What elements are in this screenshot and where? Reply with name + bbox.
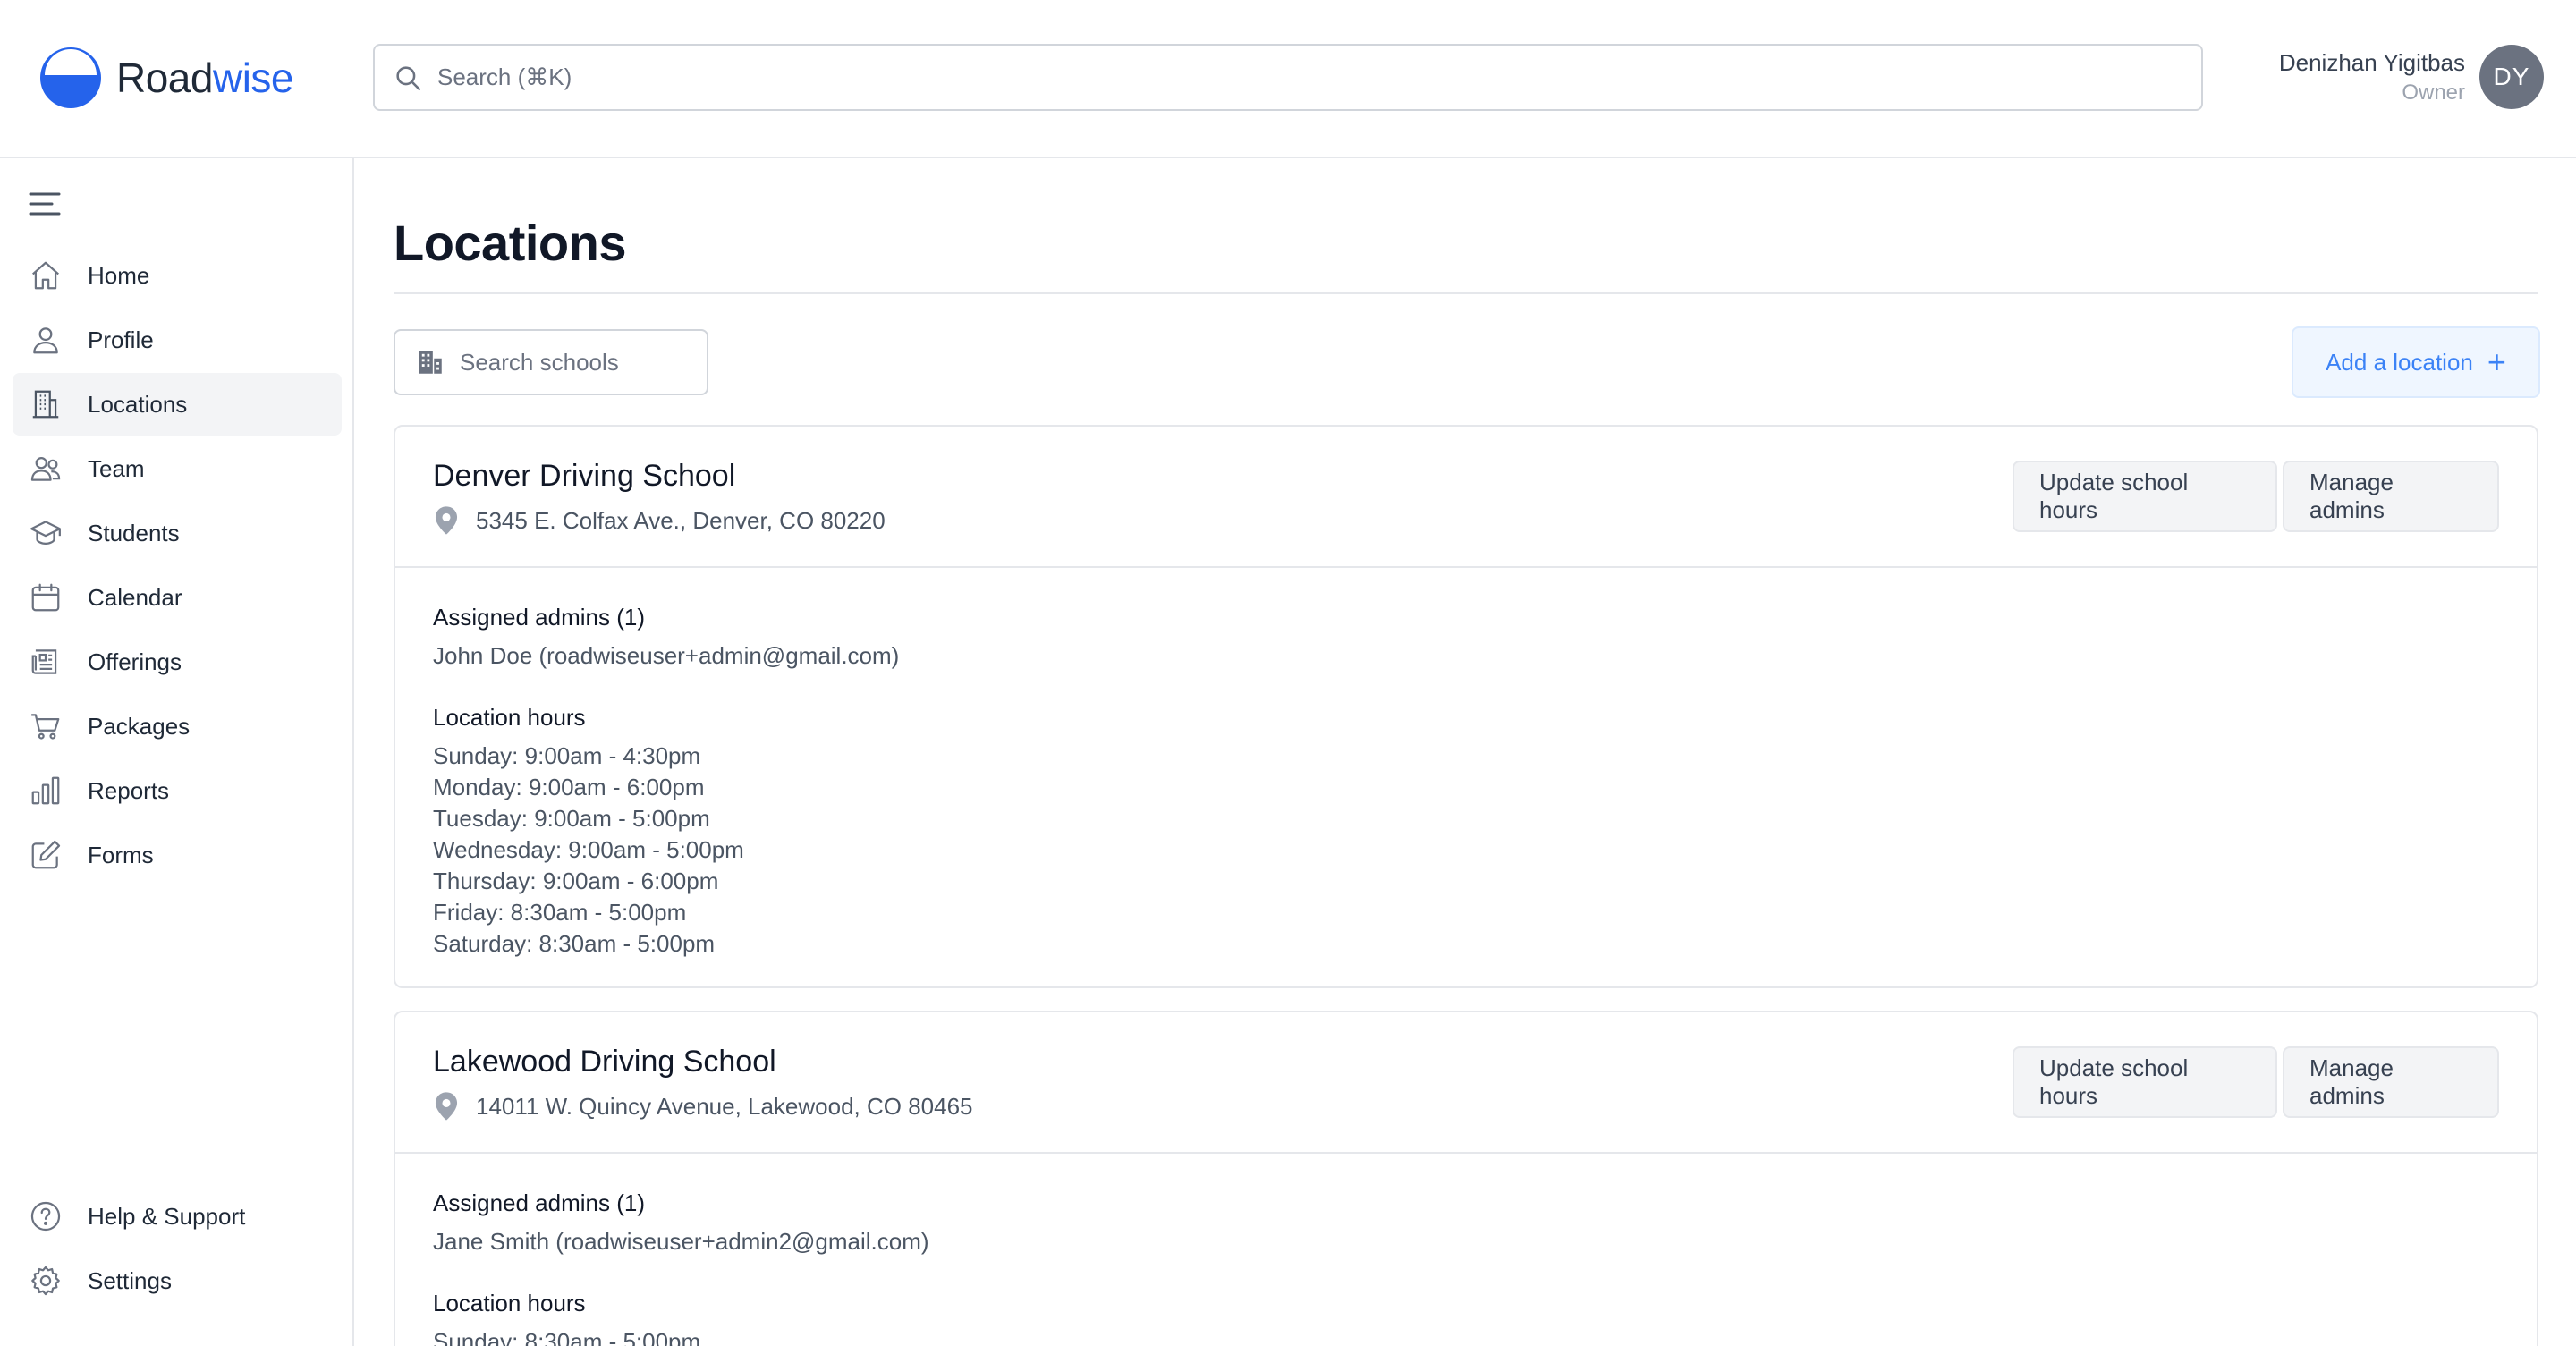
card-actions: Update school hours Manage admins xyxy=(2007,1046,2499,1118)
cart-icon xyxy=(31,714,60,740)
page-title: Locations xyxy=(394,215,626,271)
hours-row: Tuesday: 9:00am - 5:00pm xyxy=(433,805,710,832)
sidebar-item-label: Team xyxy=(88,454,145,482)
map-pin-icon xyxy=(435,1092,458,1121)
assigned-admins-heading: Assigned admins (1) xyxy=(433,604,645,631)
sidebar-item-label: Locations xyxy=(88,390,188,418)
building-icon xyxy=(419,351,442,374)
plus-icon: + xyxy=(2487,343,2506,380)
admin-entry: John Doe (roadwiseuser+admin@gmail.com) xyxy=(433,642,900,669)
user-icon xyxy=(33,327,58,354)
sidebar-item-label: Students xyxy=(88,519,180,546)
bar-chart-icon xyxy=(31,776,60,805)
add-location-label: Add a location xyxy=(2326,348,2473,376)
sidebar-item-profile[interactable]: Profile xyxy=(13,309,342,371)
sidebar-item-label: Reports xyxy=(88,776,170,804)
user-meta: Denizhan Yigitbas Owner xyxy=(2279,49,2465,106)
user-menu[interactable]: Denizhan Yigitbas Owner DY xyxy=(2279,45,2544,109)
roadwise-logo-icon xyxy=(40,47,101,108)
card-actions: Update school hours Manage admins xyxy=(2007,461,2499,532)
hours-row: Sunday: 8:30am - 5:00pm xyxy=(433,1328,701,1346)
sidebar-item-team[interactable]: Team xyxy=(13,437,342,500)
update-school-hours-button[interactable]: Update school hours xyxy=(2012,1046,2277,1118)
hours-row: Thursday: 9:00am - 6:00pm xyxy=(433,868,719,894)
calendar-icon xyxy=(31,583,60,612)
manage-admins-button[interactable]: Manage admins xyxy=(2283,461,2499,532)
global-search-input[interactable] xyxy=(437,63,2137,91)
hours-row: Friday: 8:30am - 5:00pm xyxy=(433,899,687,926)
school-search-input[interactable] xyxy=(460,348,692,377)
location-card: Denver Driving School 5345 E. Colfax Ave… xyxy=(394,425,2538,988)
sidebar-item-label: Packages xyxy=(88,712,191,740)
sidebar-item-label: Forms xyxy=(88,841,154,868)
sidebar-item-forms[interactable]: Forms xyxy=(13,824,342,886)
user-name: Denizhan Yigitbas xyxy=(2278,48,2465,76)
sidebar-item-label: Profile xyxy=(88,326,154,353)
edit-icon xyxy=(31,840,61,869)
school-address-text: 5345 E. Colfax Ave., Denver, CO 80220 xyxy=(476,506,886,534)
admin-entry: Jane Smith (roadwiseuser+admin2@gmail.co… xyxy=(433,1228,929,1255)
location-hours-heading: Location hours xyxy=(433,704,586,731)
school-name: Denver Driving School xyxy=(433,459,736,493)
sidebar-item-label: Settings xyxy=(88,1266,172,1294)
sidebar-item-reports[interactable]: Reports xyxy=(13,759,342,822)
top-header: Roadwise Denizhan Yigitbas Owner DY xyxy=(0,0,2576,158)
manage-admins-button[interactable]: Manage admins xyxy=(2283,1046,2499,1118)
search-icon xyxy=(396,65,421,90)
school-address: 14011 W. Quincy Avenue, Lakewood, CO 804… xyxy=(433,1091,973,1122)
school-address-text: 14011 W. Quincy Avenue, Lakewood, CO 804… xyxy=(476,1092,973,1120)
map-pin-icon xyxy=(435,506,458,535)
sidebar-item-home[interactable]: Home xyxy=(13,244,342,307)
sidebar: Home Profile Locations Team Students Cal… xyxy=(0,158,354,1346)
graduation-cap-icon xyxy=(30,521,61,545)
global-search[interactable] xyxy=(373,44,2203,111)
sidebar-item-offerings[interactable]: Offerings xyxy=(13,631,342,693)
sidebar-item-help[interactable]: Help & Support xyxy=(13,1185,342,1248)
hours-row: Sunday: 9:00am - 4:30pm xyxy=(433,742,701,769)
school-name: Lakewood Driving School xyxy=(433,1045,776,1079)
users-icon xyxy=(30,457,61,481)
location-hours-heading: Location hours xyxy=(433,1290,586,1316)
location-card-body: Assigned admins (1) John Doe (roadwiseus… xyxy=(395,568,2537,986)
location-card: Lakewood Driving School 14011 W. Quincy … xyxy=(394,1011,2538,1346)
assigned-admins-heading: Assigned admins (1) xyxy=(433,1189,645,1216)
sidebar-item-label: Offerings xyxy=(88,648,182,675)
update-school-hours-button[interactable]: Update school hours xyxy=(2012,461,2277,532)
hours-row: Wednesday: 9:00am - 5:00pm xyxy=(433,836,744,863)
sidebar-item-label: Home xyxy=(88,261,150,289)
add-location-button[interactable]: Add a location + xyxy=(2292,326,2540,398)
sidebar-item-label: Calendar xyxy=(88,583,182,611)
newspaper-icon xyxy=(31,649,57,674)
hours-row: Monday: 9:00am - 6:00pm xyxy=(433,774,705,800)
location-card-header: Denver Driving School 5345 E. Colfax Ave… xyxy=(395,427,2537,568)
sidebar-nav: Home Profile Locations Team Students Cal… xyxy=(13,244,342,888)
main-content: Locations Add a location + Denver Drivin… xyxy=(394,158,2540,1346)
school-address: 5345 E. Colfax Ave., Denver, CO 80220 xyxy=(433,505,886,536)
sidebar-item-locations[interactable]: Locations xyxy=(13,373,342,436)
hours-row: Saturday: 8:30am - 5:00pm xyxy=(433,930,716,957)
menu-toggle-icon[interactable] xyxy=(29,190,61,217)
gear-icon xyxy=(31,1266,60,1296)
sidebar-item-packages[interactable]: Packages xyxy=(13,695,342,758)
divider xyxy=(394,292,2538,294)
brand-name-part1: Road xyxy=(116,55,213,101)
location-card-header: Lakewood Driving School 14011 W. Quincy … xyxy=(395,1012,2537,1154)
user-role: Owner xyxy=(2402,80,2465,105)
home-icon xyxy=(32,261,59,290)
app-logo[interactable]: Roadwise xyxy=(38,45,294,111)
sidebar-item-settings[interactable]: Settings xyxy=(13,1249,342,1312)
brand-name-part2: wise xyxy=(212,55,294,101)
brand-name: Roadwise xyxy=(116,54,294,102)
help-icon xyxy=(30,1201,61,1232)
avatar[interactable]: DY xyxy=(2479,45,2544,109)
building-icon xyxy=(32,390,59,419)
sidebar-bottom-nav: Help & Support Settings xyxy=(13,1185,342,1314)
sidebar-item-label: Help & Support xyxy=(88,1202,246,1230)
school-search[interactable] xyxy=(394,329,708,395)
sidebar-item-calendar[interactable]: Calendar xyxy=(13,566,342,629)
location-card-body: Assigned admins (1) Jane Smith (roadwise… xyxy=(395,1154,2537,1346)
sidebar-item-students[interactable]: Students xyxy=(13,502,342,564)
